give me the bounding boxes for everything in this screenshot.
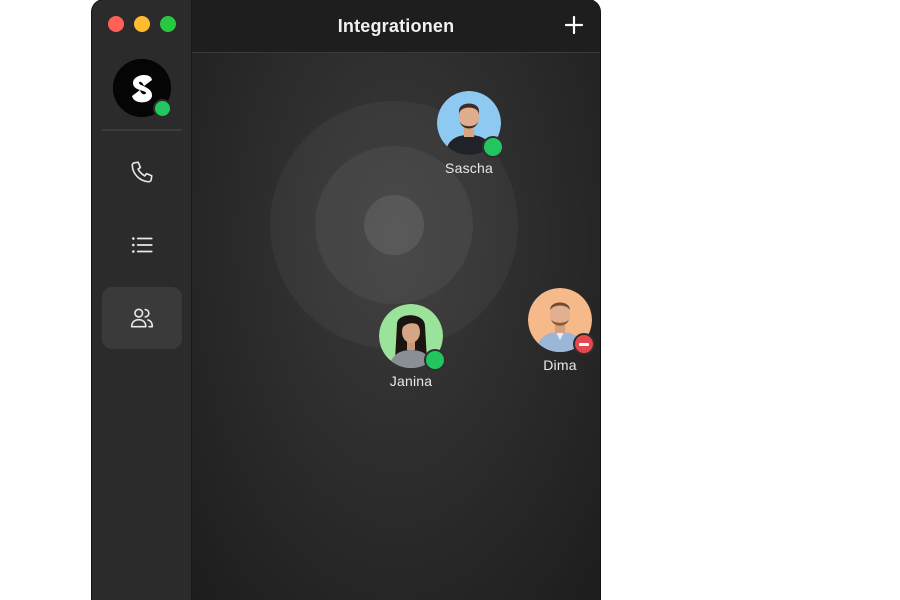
sidebar-item-contacts[interactable] [102,287,182,349]
profile-status-indicator [153,99,172,118]
sidebar-divider [102,129,182,131]
title-bar: Integrationen [192,0,600,53]
contact-name: Dima [543,357,577,373]
contact-name: Sascha [445,160,493,176]
window-maximize-button[interactable] [160,16,176,32]
app-window: Integrationen Sascha Janina Dima [92,0,600,600]
status-online-indicator [482,136,504,158]
plus-icon [564,15,584,35]
add-button[interactable] [564,15,584,35]
radar-ring-center [364,195,424,255]
window-close-button[interactable] [108,16,124,32]
status-online-indicator [424,349,446,371]
sidebar-item-calls[interactable] [102,141,182,203]
users-icon [130,308,154,328]
status-do-not-disturb-indicator [573,333,595,355]
contact-dima[interactable]: Dima [515,288,600,373]
contact-name: Janina [389,373,433,389]
contact-sascha[interactable]: Sascha [424,91,514,176]
contact-avatar [379,304,446,371]
dnd-bar-icon [579,342,589,346]
page-title: Integrationen [337,16,455,36]
contact-janina[interactable]: Janina [366,304,456,389]
main-area: Integrationen Sascha Janina Dima [192,0,600,600]
list-icon [132,237,153,253]
sidebar [92,0,192,600]
contact-avatar [528,288,595,355]
window-minimize-button[interactable] [134,16,150,32]
sidebar-item-list[interactable] [102,214,182,276]
contact-avatar [437,91,504,158]
phone-icon [131,161,153,183]
